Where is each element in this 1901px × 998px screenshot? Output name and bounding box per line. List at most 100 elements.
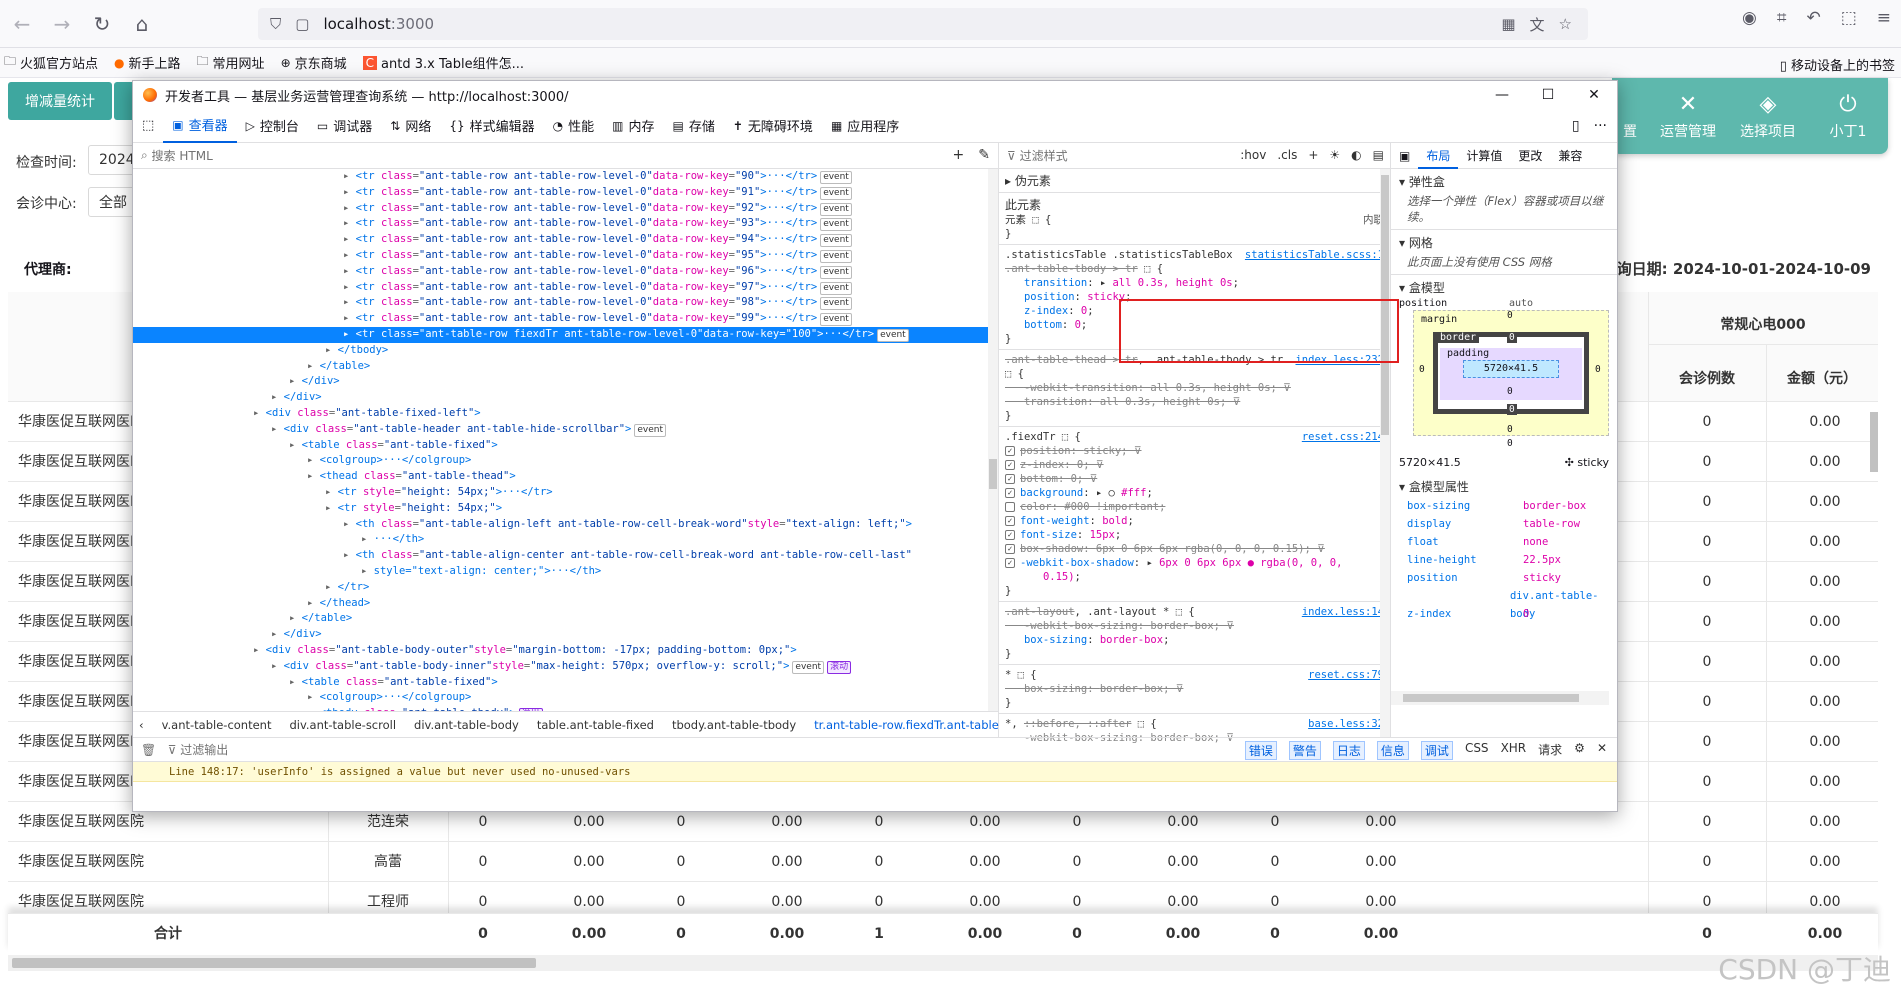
twisty-icon[interactable]: ▸ [343, 170, 356, 182]
position-bottom-value[interactable]: 0 [1507, 438, 1513, 449]
event-badge[interactable]: event [820, 313, 852, 327]
rule-declaration[interactable]: ✓ position: sticky; ⊽ [1005, 444, 1384, 458]
console-filter-2[interactable]: 日志 [1332, 741, 1365, 760]
margin-bottom-value[interactable]: 0 [1507, 424, 1513, 435]
twisty-icon[interactable]: ▸ [325, 581, 338, 593]
section-title[interactable]: ▾ 网格 [1399, 234, 1611, 251]
margin-right-value[interactable]: 0 [1595, 364, 1601, 375]
markup-node[interactable]: ▸ <th class="ant-table-align-left ant-ta… [133, 517, 989, 533]
tab-performance[interactable]: ◔ 性能 [544, 109, 604, 143]
markup-node[interactable]: ▸ <tr style="height: 54px;">···</tr> [133, 485, 989, 501]
rule-declaration[interactable]: transition: all 0.3s, height 0s; ⊽ [1005, 395, 1384, 409]
markup-node[interactable]: ▸ </div> [133, 390, 989, 406]
rule-declaration[interactable]: ✓ -webkit-box-shadow: ▸ 6px 0 6px 6px ● r… [1005, 556, 1384, 570]
event-badge[interactable]: event [820, 186, 852, 200]
markup-node[interactable]: ▸ <div class="ant-table-fixed-left"> [133, 406, 989, 422]
console-filter-5[interactable]: CSS [1465, 741, 1489, 760]
tab-console[interactable]: ▷ 控制台 [237, 109, 308, 143]
sidebar-toggle-icon[interactable]: ▣ [1391, 143, 1418, 169]
table-vertical-scrollbar[interactable] [1868, 292, 1880, 952]
rule-declaration[interactable]: -webkit-box-sizing: border-box; ⊽ [1005, 619, 1384, 633]
eyedropper-icon[interactable]: ✎ [978, 147, 990, 163]
twisty-icon[interactable]: ▸ [343, 549, 356, 561]
markup-node[interactable]: ▸ <tr class="ant-table-row ant-table-row… [133, 232, 989, 248]
markup-node[interactable]: ▸ </tbody> [133, 343, 989, 359]
rule-source-link[interactable]: index.less:14 [1302, 605, 1384, 619]
markup-node[interactable]: ▸ <colgroup>···</colgroup> [133, 453, 989, 469]
markup-node[interactable]: ▸ <div class="ant-table-body-inner"style… [133, 659, 989, 675]
console-filter-1[interactable]: 警告 [1288, 741, 1321, 760]
event-badge[interactable]: event [820, 202, 852, 216]
checkbox[interactable]: ✓ [1005, 460, 1015, 470]
breadcrumb-item[interactable]: tr.ant-table-row.fiexdTr.ant-table-row-l… [814, 718, 999, 732]
minimize-icon[interactable]: — [1479, 81, 1525, 109]
checkbox[interactable]: ✓ [1005, 446, 1015, 456]
twisty-icon[interactable]: ▸ [307, 360, 320, 372]
markup-node[interactable]: ▸ <tr class="ant-table-row ant-table-row… [133, 201, 989, 217]
markup-node[interactable]: ▸ <table class="ant-table-fixed"> [133, 675, 989, 691]
qr-icon[interactable]: ▦ [1501, 15, 1515, 33]
home-icon[interactable]: ⌂ [124, 6, 160, 42]
rule-source-link[interactable]: reset.css:214 [1302, 430, 1384, 444]
twisty-icon[interactable]: ▸ [307, 454, 320, 466]
tab-compat[interactable]: 兼容 [1550, 143, 1590, 169]
rule-source-link[interactable]: statisticsTable.scss:1 [1245, 248, 1384, 262]
twisty-icon[interactable]: ▸ [253, 407, 266, 419]
event-badge[interactable]: event [820, 171, 852, 184]
tab-memory[interactable]: ▥ 内存 [603, 109, 663, 143]
tab-application[interactable]: ▦ 应用程序 [822, 109, 908, 143]
mobile-bookmarks[interactable]: ▯ 移动设备上的书签 [1780, 55, 1895, 74]
tab-changes[interactable]: 更改 [1510, 143, 1550, 169]
nav-item-operations[interactable]: ✕ 运营管理 [1648, 78, 1728, 154]
markup-node[interactable]: ▸ </div> [133, 374, 989, 390]
hov-toggle[interactable]: :hov [1240, 148, 1266, 162]
console-settings-icon[interactable]: ⚙ [1574, 741, 1585, 760]
back-icon[interactable]: ← [4, 6, 40, 42]
bookmark-star-icon[interactable]: ☆ [1559, 15, 1572, 33]
twisty-icon[interactable]: ▸ [343, 296, 356, 308]
rule-declaration[interactable]: ✓ font-weight: bold; [1005, 514, 1384, 528]
twisty-icon[interactable]: ▸ [271, 628, 284, 640]
markup-node[interactable]: ▸ </tr> [133, 580, 989, 596]
rule-declaration[interactable]: -webkit-transition: all 0.3s, height 0s;… [1005, 381, 1384, 395]
rule-declaration[interactable]: ✓ z-index: 0; ⊽ [1005, 458, 1384, 472]
tab-storage[interactable]: ▤ 存储 [664, 109, 724, 143]
markup-node[interactable]: ▸ </table> [133, 359, 989, 375]
event-badge[interactable]: event [820, 297, 852, 311]
console-filter-6[interactable]: XHR [1501, 741, 1527, 760]
twisty-icon[interactable]: ▸ [343, 217, 356, 229]
rule-source-link[interactable]: reset.css:79 [1308, 668, 1384, 682]
twisty-icon[interactable]: ▸ [343, 233, 356, 245]
breadcrumb-item[interactable]: div.ant-table-body [414, 718, 519, 732]
scroll-thumb[interactable] [1403, 694, 1579, 702]
add-rule-icon[interactable]: + [1308, 148, 1318, 162]
print-icon[interactable]: ▤ [1373, 148, 1384, 162]
search-html-input[interactable]: ⌕ 搜索 HTML + ✎ [133, 143, 998, 169]
section-title[interactable]: ▾ 盒模型属性 [1399, 478, 1611, 495]
bookmark-item[interactable]: 🗀 火狐官方站点 [4, 52, 98, 73]
tab-accessibility[interactable]: ✝ 无障碍环境 [724, 109, 822, 143]
margin-left-value[interactable]: 0 [1419, 364, 1425, 375]
event-badge[interactable]: event [820, 249, 852, 263]
nav-item-user[interactable]: ⏻ 小丁1 [1808, 78, 1888, 154]
console-filter-0[interactable]: 错误 [1244, 741, 1277, 760]
event-badge[interactable]: event [877, 328, 909, 342]
twisty-icon[interactable]: ▸ [325, 502, 338, 514]
filter-styles-input[interactable]: ⊽ 过滤样式 :hov .cls + ☀ ◐ ▤ [999, 143, 1390, 169]
markup-node[interactable]: ▸ ···</th> [133, 532, 989, 548]
twisty-icon[interactable]: ▸ [253, 644, 266, 656]
shield-icon[interactable]: ⛉ [270, 15, 281, 33]
reload-icon[interactable]: ↻ [84, 6, 120, 42]
scroll-thumb[interactable] [1870, 412, 1878, 472]
dark-theme-icon[interactable]: ◐ [1351, 148, 1361, 162]
rule-declaration[interactable]: ✓ bottom: 0; ⊽ [1005, 472, 1384, 486]
checkbox[interactable] [1005, 502, 1015, 512]
breadcrumb-item[interactable]: v.ant-table-content [162, 718, 272, 732]
checkbox[interactable]: ✓ [1005, 516, 1015, 526]
table-horizontal-scrollbar[interactable] [8, 955, 1878, 971]
markup-node[interactable]: ▸ </div> [133, 627, 989, 643]
markup-node[interactable]: ▸ <div class="ant-table-body-outer"style… [133, 643, 989, 659]
markup-node[interactable]: ▸ </table> [133, 611, 989, 627]
rule-declaration[interactable]: transition: ▸ all 0.3s, height 0s; [1005, 276, 1384, 290]
rule-source-link[interactable]: base.less:32 [1308, 717, 1384, 731]
